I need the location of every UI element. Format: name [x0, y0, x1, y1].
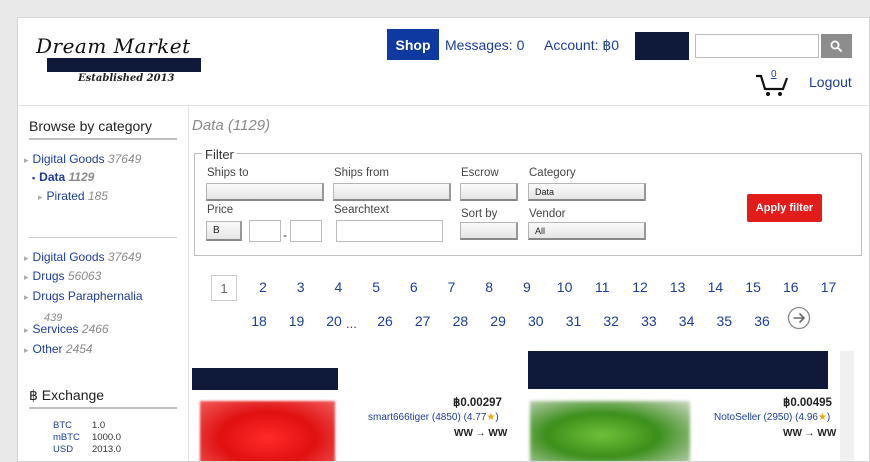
price-max-input[interactable] [290, 220, 322, 242]
search-input[interactable] [695, 34, 819, 58]
pagination-page-link[interactable]: 33 [637, 313, 661, 329]
sidebar-tree-pirated[interactable]: ▸ Pirated 185 [38, 189, 108, 203]
pagination-page-link[interactable]: 27 [411, 313, 435, 329]
pagination-page-link[interactable]: 4 [326, 279, 350, 295]
listing-2-header-block [528, 351, 828, 389]
listing-1-image[interactable] [200, 401, 335, 461]
pagination-page-link[interactable]: 5 [364, 279, 388, 295]
pagination-page-link[interactable]: 26 [373, 313, 397, 329]
browse-heading: Browse by category [29, 118, 152, 134]
category-label: Category [529, 167, 576, 179]
exchange-row-mbtc: mBTC 1000.0 [53, 432, 122, 443]
ships-to-select[interactable] [206, 183, 324, 201]
pagination-page-link[interactable]: 18 [247, 313, 271, 329]
search-button[interactable] [821, 34, 852, 58]
escrow-select[interactable] [460, 183, 518, 201]
apply-filter-button[interactable]: Apply filter [747, 194, 822, 222]
logo-underline-bar [47, 58, 201, 72]
star-icon: ★ [486, 412, 496, 423]
price-label: Price [207, 204, 234, 216]
category-select[interactable]: Data [528, 183, 646, 201]
cart-count[interactable]: 0 [771, 69, 777, 80]
search-icon [830, 40, 843, 52]
pagination-page-link[interactable]: 15 [741, 279, 765, 295]
pagination-page-link[interactable]: 9 [515, 279, 539, 295]
shop-button[interactable]: Shop [387, 29, 439, 60]
logout-link[interactable]: Logout [809, 74, 852, 90]
star-icon: ★ [817, 412, 827, 423]
searchtext-label: Searchtext [334, 204, 389, 216]
next-page-icon[interactable] [787, 306, 811, 330]
exchange-row-usd: USD 2013.0 [53, 444, 122, 455]
sidebar-divider [188, 106, 189, 461]
listing-1-price: ฿0.00297 [453, 397, 502, 409]
pagination-page-link[interactable]: 17 [817, 279, 841, 295]
pagination-page-link[interactable]: 11 [590, 279, 614, 295]
listing-2-seller[interactable]: NotoSeller (2950) (4.96★) [714, 412, 830, 423]
ships-to-label: Ships to [207, 167, 249, 179]
sort-by-select[interactable] [460, 222, 518, 240]
pagination-page-link[interactable]: 3 [289, 279, 313, 295]
pagination-page-link[interactable]: 13 [666, 279, 690, 295]
exchange-heading-rule [29, 407, 177, 409]
site-tagline: Established 2013 [78, 73, 175, 84]
header-dark-block [635, 32, 689, 60]
price-currency-select[interactable]: B [206, 221, 242, 241]
exchange-row-btc: BTC 1.0 [53, 420, 106, 431]
pagination-page-link[interactable]: 19 [285, 313, 309, 329]
page-title: Data (1129) [192, 117, 271, 134]
pagination-current-page: 1 [211, 275, 237, 301]
pagination-page-link[interactable]: 8 [477, 279, 501, 295]
pagination-page-link[interactable]: 12 [628, 279, 652, 295]
ships-from-select[interactable] [333, 183, 451, 201]
vendor-label: Vendor [529, 208, 566, 220]
pagination-page-link[interactable]: 20 [322, 313, 346, 329]
pagination-page-link[interactable]: 29 [486, 313, 510, 329]
pagination-page-link[interactable]: 16 [779, 279, 803, 295]
pagination-page-link[interactable]: 14 [703, 279, 727, 295]
listing-1-shipping: WW → WW [454, 428, 508, 439]
pagination-page-link[interactable]: 7 [440, 279, 464, 295]
messages-link[interactable]: Messages: 0 [445, 37, 524, 53]
price-range-dash: - [283, 228, 287, 242]
page-frame: Dream Market Established 2013 Shop Messa… [17, 17, 870, 462]
filter-legend: Filter [202, 147, 237, 162]
pagination-ellipsis: ... [346, 316, 357, 331]
vendor-select[interactable]: All [528, 222, 646, 240]
exchange-heading: ฿ Exchange [29, 387, 105, 403]
sidebar-item-services[interactable]: ▸ Services 2466 [24, 322, 109, 336]
listing-2-image[interactable] [530, 401, 690, 461]
sidebar-section-rule [29, 237, 177, 238]
ships-from-label: Ships from [334, 167, 389, 179]
escrow-label: Escrow [461, 167, 499, 179]
listing-1-header-bar [192, 368, 338, 390]
price-min-input[interactable] [249, 220, 281, 242]
searchtext-input[interactable] [336, 220, 443, 242]
sidebar-tree-data[interactable]: • Data 1129 [32, 170, 94, 184]
sort-by-label: Sort by [461, 208, 498, 220]
sidebar-item-drugs[interactable]: ▸ Drugs 56063 [24, 269, 101, 283]
pagination-page-link[interactable]: 10 [553, 279, 577, 295]
pagination-page-link[interactable]: 2 [251, 279, 275, 295]
pagination-page-link[interactable]: 36 [750, 313, 774, 329]
sidebar-item-drugs-paraphernalia[interactable]: ▸ Drugs Paraphernalia [24, 289, 143, 303]
pagination-page-link[interactable]: 35 [712, 313, 736, 329]
sidebar-item-other[interactable]: ▸ Other 2454 [24, 342, 93, 356]
browse-heading-rule [29, 138, 177, 140]
sidebar-tree-digital-goods[interactable]: ▸ Digital Goods 37649 [24, 152, 141, 166]
listing-2-side-strip [840, 351, 854, 461]
listing-2-price: ฿0.00495 [783, 397, 832, 409]
pagination-page-link[interactable]: 34 [675, 313, 699, 329]
sidebar-item-digital-goods[interactable]: ▸ Digital Goods 37649 [24, 250, 141, 264]
pagination-page-link[interactable]: 32 [599, 313, 623, 329]
pagination-page-link[interactable]: 31 [562, 313, 586, 329]
listing-2-shipping: WW → WW [783, 428, 837, 439]
header-divider [18, 105, 869, 106]
listing-1-seller[interactable]: smart666tiger (4850) (4.77★) [368, 412, 499, 423]
pagination-page-link[interactable]: 28 [448, 313, 472, 329]
pagination-page-link[interactable]: 30 [524, 313, 548, 329]
site-logo[interactable]: Dream Market [36, 34, 191, 58]
account-link[interactable]: Account: ฿0 [544, 37, 619, 54]
pagination-page-link[interactable]: 6 [402, 279, 426, 295]
